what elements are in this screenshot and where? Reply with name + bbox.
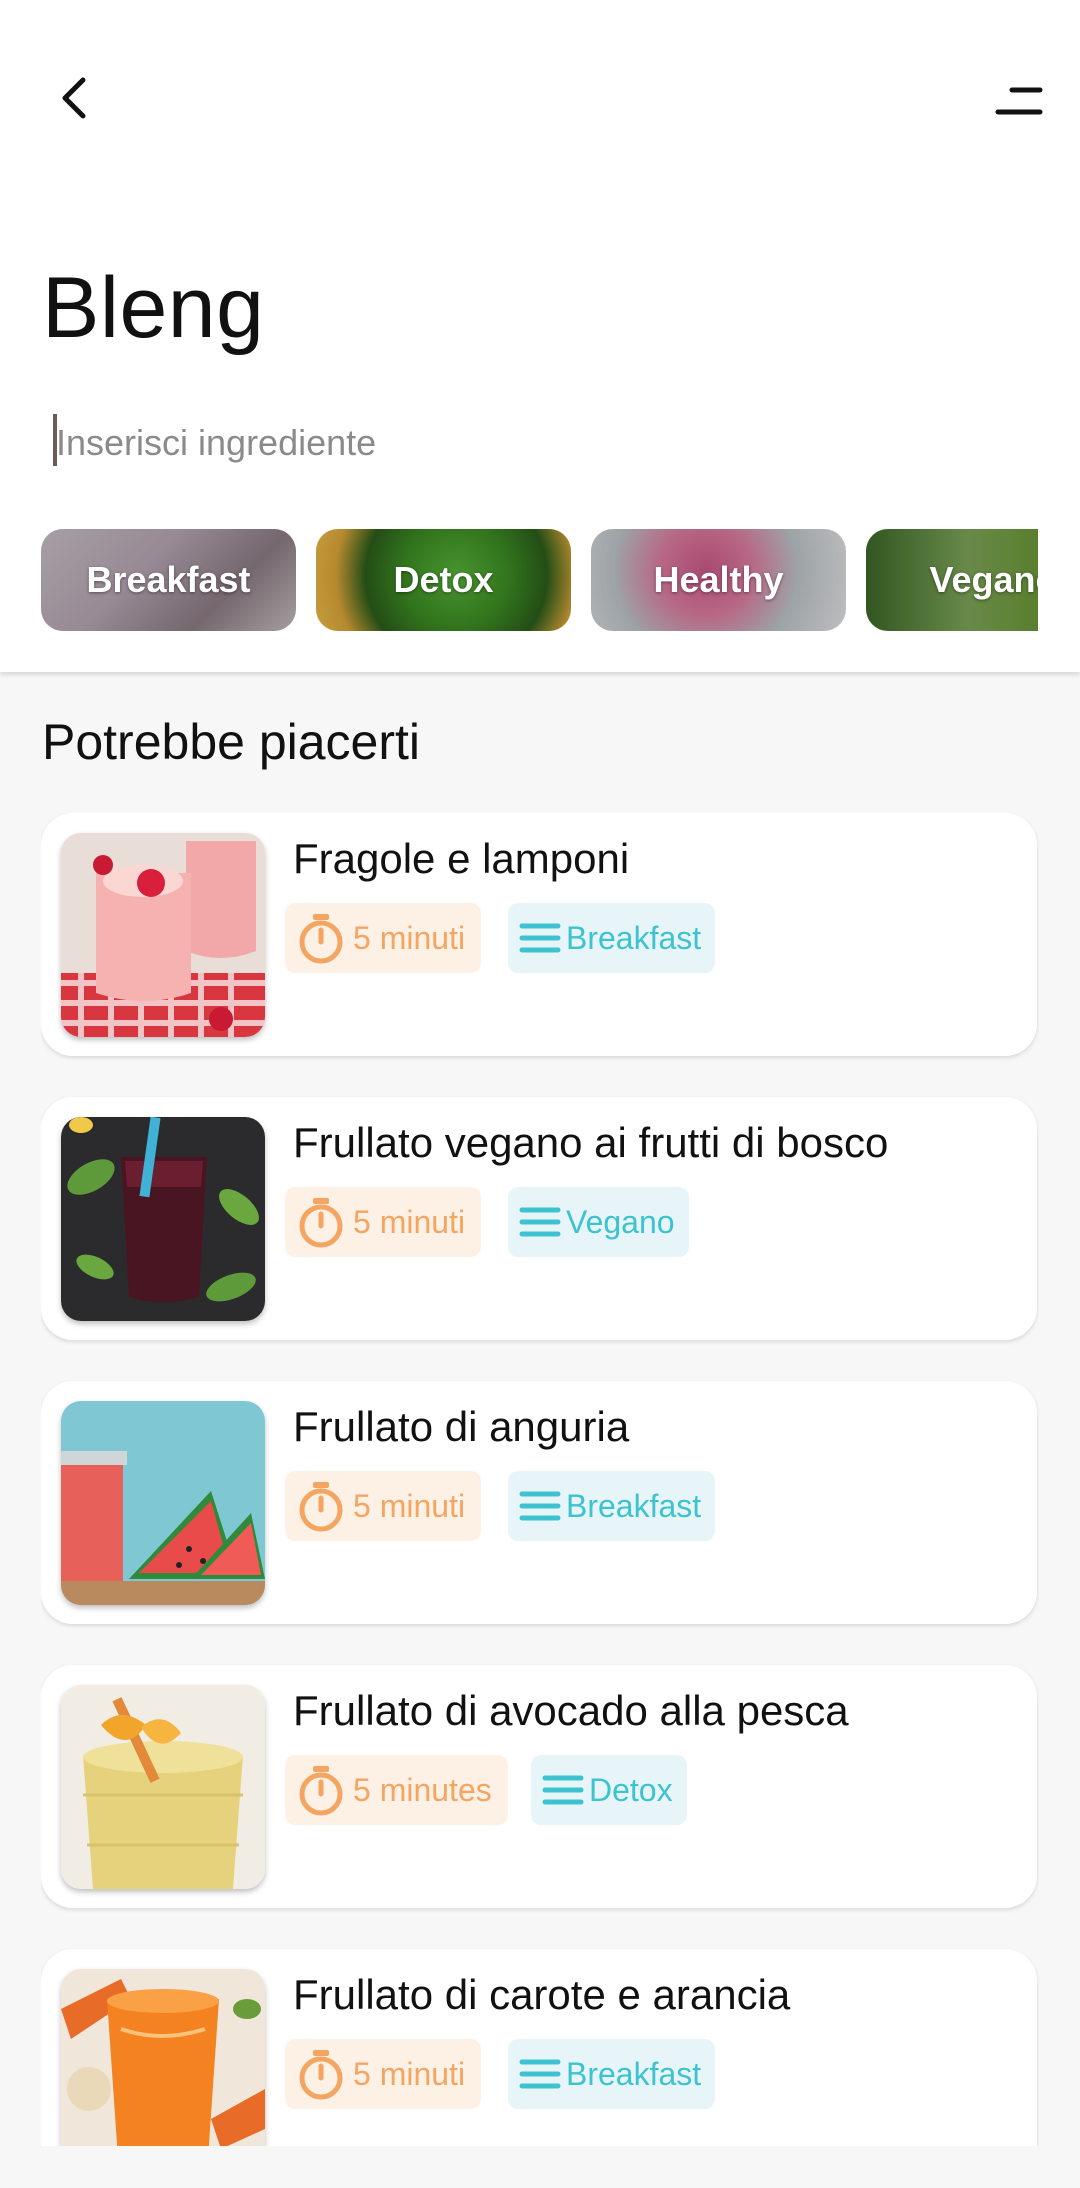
stopwatch-icon <box>299 914 343 964</box>
stopwatch-icon <box>299 1198 343 1248</box>
stopwatch-icon <box>299 1766 343 1816</box>
text-cursor <box>53 414 57 466</box>
time-label: 5 minuti <box>353 919 466 956</box>
recipe-thumbnail <box>61 833 265 1037</box>
category-label: Healthy <box>653 559 784 600</box>
recipe-thumbnail <box>61 1685 265 1889</box>
page-title: Bleng <box>42 260 265 356</box>
category-label: Breakfast <box>86 559 251 600</box>
list-icon <box>519 1207 561 1237</box>
category-chip-label: Breakfast <box>566 2055 702 2092</box>
category-label: Vegano <box>929 559 1038 600</box>
recipe-card[interactable]: Fragole e lamponi 5 minuti Breakfast <box>41 813 1037 1056</box>
menu-icon <box>995 87 1043 115</box>
list-icon <box>519 2059 561 2089</box>
time-chip: 5 minuti <box>285 1471 482 1541</box>
stopwatch-icon <box>299 1482 343 1532</box>
category-chip: Breakfast <box>508 1471 716 1541</box>
list-icon <box>519 1491 561 1521</box>
recipe-card[interactable]: Frullato di avocado alla pesca 5 minutes… <box>41 1665 1037 1908</box>
recipe-thumbnail <box>61 1969 265 2146</box>
category-chip-label: Breakfast <box>566 1487 702 1524</box>
category-chip: Vegano <box>508 1187 689 1257</box>
back-button[interactable] <box>48 72 100 124</box>
recipe-title: Frullato di avocado alla pesca <box>293 1687 849 1734</box>
recipe-card[interactable]: Frullato vegano ai frutti di bosco 5 min… <box>41 1097 1037 1340</box>
menu-button[interactable] <box>994 82 1044 122</box>
category-chip-label: Breakfast <box>566 919 702 956</box>
recipe-title: Frullato di anguria <box>293 1403 630 1450</box>
section-title: Potrebbe piacerti <box>42 714 421 770</box>
recipe-list[interactable]: Fragole e lamponi 5 minuti Breakfast Fru… <box>41 813 1039 2146</box>
category-carousel[interactable]: Breakfast Detox Healthy Vegano <box>41 529 1038 631</box>
category-healthy[interactable]: Healthy <box>591 529 846 631</box>
category-chip-label: Vegano <box>566 1203 675 1240</box>
stopwatch-icon <box>299 2050 343 2100</box>
header-panel: Bleng Breakfast Detox Healthy Vegano <box>0 0 1080 672</box>
category-chip: Detox <box>531 1755 687 1825</box>
recipe-title: Fragole e lamponi <box>293 835 630 882</box>
category-vegano[interactable]: Vegano <box>866 529 1038 631</box>
ingredient-search-input[interactable] <box>52 408 1016 478</box>
time-label: 5 minuti <box>353 2055 466 2092</box>
time-label: 5 minutes <box>353 1771 492 1808</box>
time-chip: 5 minutes <box>285 1755 508 1825</box>
time-chip: 5 minuti <box>285 1187 482 1257</box>
time-chip: 5 minuti <box>285 903 482 973</box>
chevron-left-icon <box>62 77 86 119</box>
category-chip: Breakfast <box>508 2039 716 2109</box>
category-detox[interactable]: Detox <box>316 529 571 631</box>
time-chip: 5 minuti <box>285 2039 482 2109</box>
list-icon <box>542 1775 584 1805</box>
time-label: 5 minuti <box>353 1203 466 1240</box>
recipe-thumbnail <box>61 1401 265 1605</box>
category-breakfast[interactable]: Breakfast <box>41 529 296 631</box>
recipe-title: Frullato di carote e arancia <box>293 1971 791 2018</box>
category-chip-label: Detox <box>589 1771 673 1808</box>
recipe-thumbnail <box>61 1117 265 1321</box>
recipe-card[interactable]: Frullato di carote e arancia 5 minuti Br… <box>41 1949 1037 2146</box>
list-icon <box>519 923 561 953</box>
time-label: 5 minuti <box>353 1487 466 1524</box>
recipe-card[interactable]: Frullato di anguria 5 minuti Breakfast <box>41 1381 1037 1624</box>
category-label: Detox <box>393 559 494 600</box>
recipe-title: Frullato vegano ai frutti di bosco <box>293 1119 889 1166</box>
category-chip: Breakfast <box>508 903 716 973</box>
